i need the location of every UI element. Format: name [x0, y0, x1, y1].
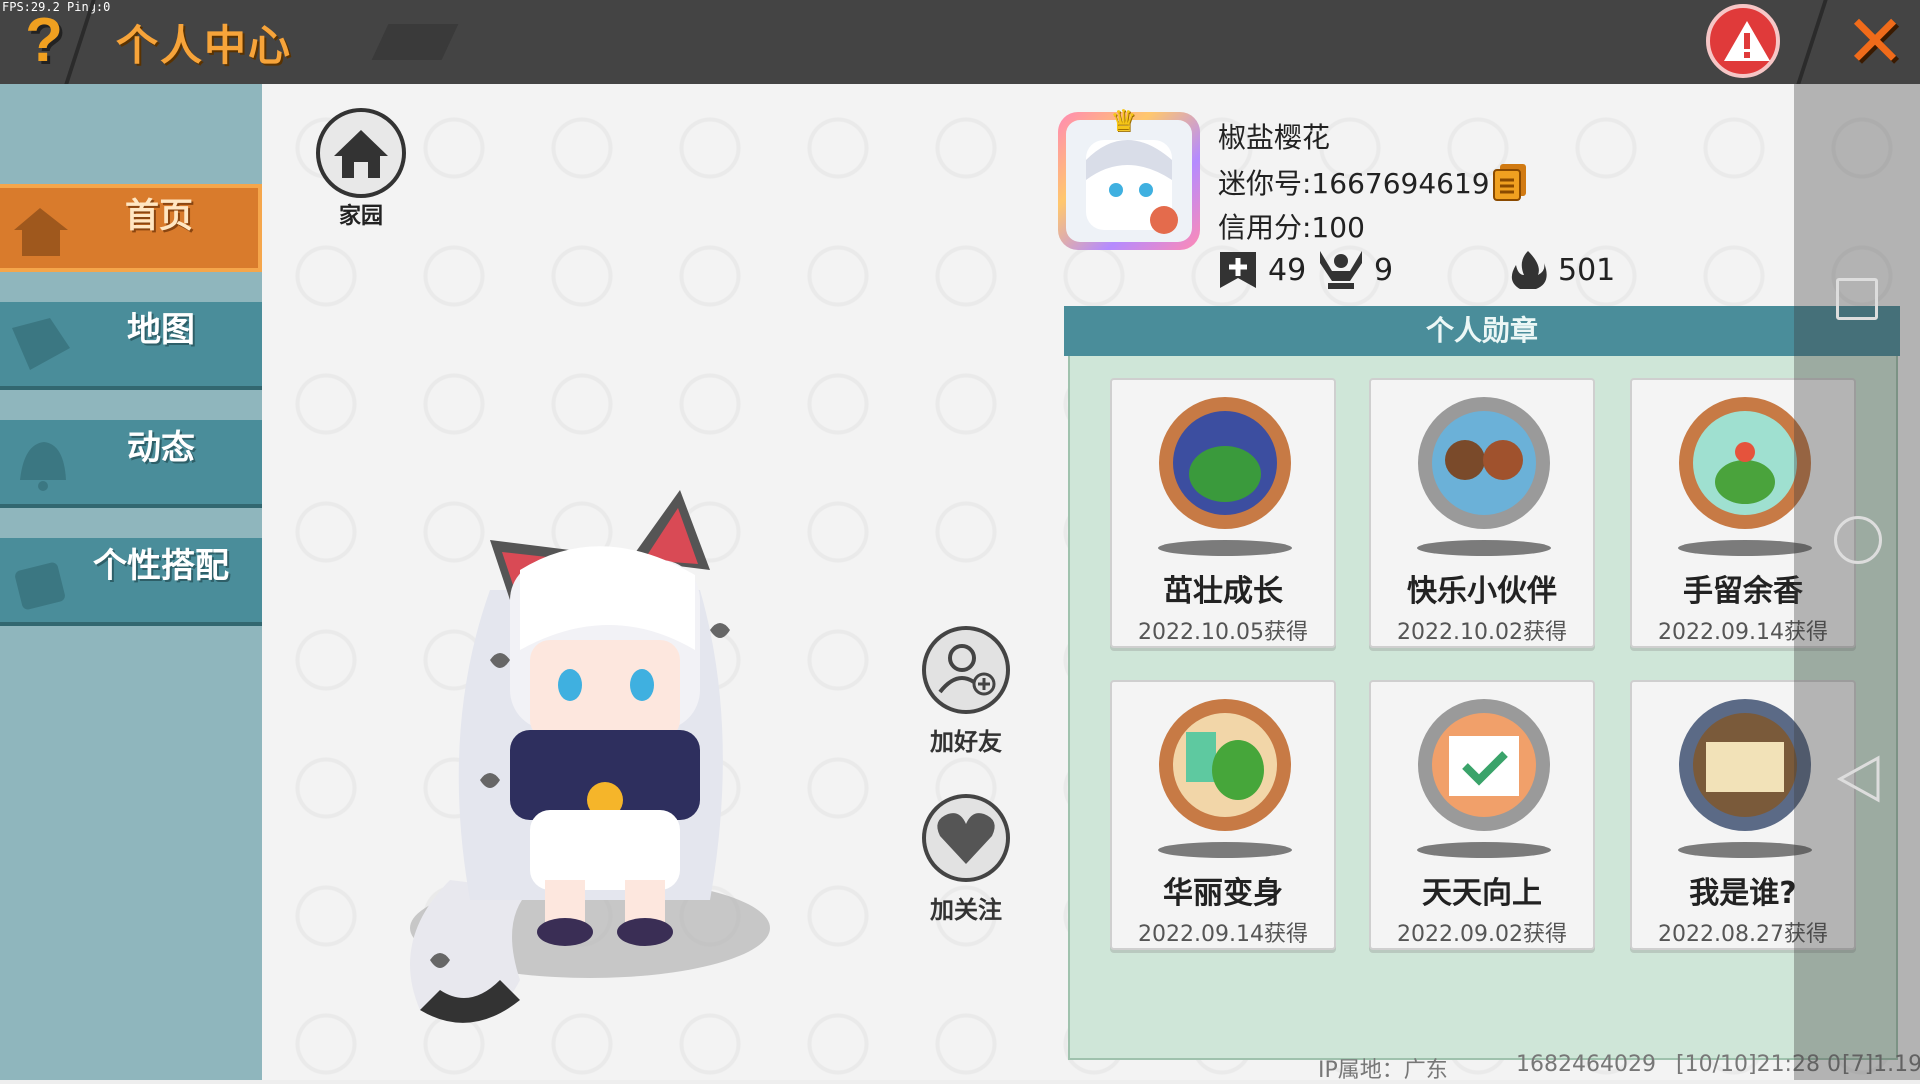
medal-shadow: [1417, 540, 1551, 556]
medal-transform-icon: [1159, 699, 1291, 831]
medal-name: 茁壮成长: [1163, 574, 1283, 609]
house-icon: [334, 130, 388, 178]
medal-card[interactable]: 天天向上 2022.09.02获得: [1369, 680, 1595, 950]
sidebar-item-label: 首页: [125, 196, 193, 236]
medal-card[interactable]: 华丽变身 2022.09.14获得: [1110, 680, 1336, 950]
medal-name: 华丽变身: [1163, 876, 1283, 911]
header-decoration: [371, 24, 459, 60]
medal-date: 2022.09.14获得: [1138, 922, 1308, 947]
close-x-icon[interactable]: ✕: [1840, 5, 1910, 77]
sidebar-item-feed[interactable]: 动态: [0, 420, 262, 508]
sidebar-item-label: 动态: [127, 428, 195, 468]
medal-name: 快乐小伙伴: [1407, 574, 1557, 609]
medal-shadow: [1417, 842, 1551, 858]
plus-stat: 49: [1218, 250, 1306, 290]
player-name: 椒盐樱花: [1218, 121, 1331, 154]
mini-id: 迷你号:1667694619: [1218, 167, 1490, 200]
header-divider: [1796, 0, 1828, 84]
ip-location: IP属地：广东: [1318, 1058, 1448, 1083]
medal-card[interactable]: 茁壮成长 2022.10.05获得: [1110, 378, 1336, 648]
medal-panel-title: 个人勋章: [1064, 306, 1900, 356]
warning-icon: [1724, 21, 1770, 61]
add-friend-button[interactable]: [922, 626, 1010, 714]
question-mark-icon[interactable]: ?: [18, 6, 70, 76]
medal-date: 2022.09.02获得: [1397, 922, 1567, 947]
medal-date: 2022.10.05获得: [1138, 620, 1308, 645]
sidebar-item-outfit[interactable]: 个性搭配: [0, 538, 262, 626]
medal-shadow: [1158, 842, 1292, 858]
heat-count: 501: [1558, 252, 1616, 288]
homeland-label: 家园: [338, 204, 383, 229]
medal-shadow: [1678, 842, 1812, 858]
medal-date: 2022.10.02获得: [1397, 620, 1567, 645]
system-nav-bar: [1794, 84, 1920, 1080]
follow-button[interactable]: [922, 794, 1010, 882]
medal-shadow: [1158, 540, 1292, 556]
credit-score: 信用分:100: [1218, 211, 1365, 244]
fans-icon: [1320, 251, 1362, 289]
medal-shadow: [1678, 540, 1812, 556]
page-title: 个人中心: [116, 21, 293, 70]
sidebar-item-label: 个性搭配: [93, 546, 229, 586]
add-friend-label: 加好友: [930, 728, 1002, 756]
copy-icon[interactable]: [1492, 162, 1528, 202]
footer-uid: 1682464029: [1516, 1052, 1656, 1077]
home-circle-icon[interactable]: [1834, 516, 1882, 564]
medal-sprout-icon: [1159, 397, 1291, 529]
flame-icon: [1511, 251, 1547, 289]
player-avatar-model[interactable]: [380, 480, 820, 1040]
follow-label: 加关注: [930, 896, 1002, 924]
fans-stat: 9: [1318, 250, 1393, 290]
add-friend-icon: [938, 644, 996, 696]
report-button[interactable]: [1706, 4, 1780, 78]
plus-count: 49: [1268, 252, 1307, 288]
sidebar-item-map[interactable]: 地图: [0, 302, 262, 390]
medal-calendar-icon: [1418, 699, 1550, 831]
heat-stat: 501: [1508, 250, 1615, 290]
back-triangle-icon[interactable]: [1836, 754, 1882, 804]
heart-icon: [937, 813, 995, 864]
plus-badge-icon: [1220, 252, 1256, 288]
sidebar-item-home[interactable]: 首页: [0, 184, 262, 272]
crown-icon: ♛: [1110, 104, 1137, 139]
homeland-button[interactable]: [316, 108, 406, 198]
sidebar-item-label: 地图: [127, 310, 195, 350]
top-bar: FPS:29.2 Ping:0 ? 个人中心 ✕: [0, 0, 1920, 84]
medal-name: 天天向上: [1422, 876, 1542, 911]
medal-friends-icon: [1418, 397, 1550, 529]
medal-card[interactable]: 快乐小伙伴 2022.10.02获得: [1369, 378, 1595, 648]
recent-apps-icon[interactable]: [1836, 278, 1878, 320]
fans-count: 9: [1374, 252, 1394, 288]
